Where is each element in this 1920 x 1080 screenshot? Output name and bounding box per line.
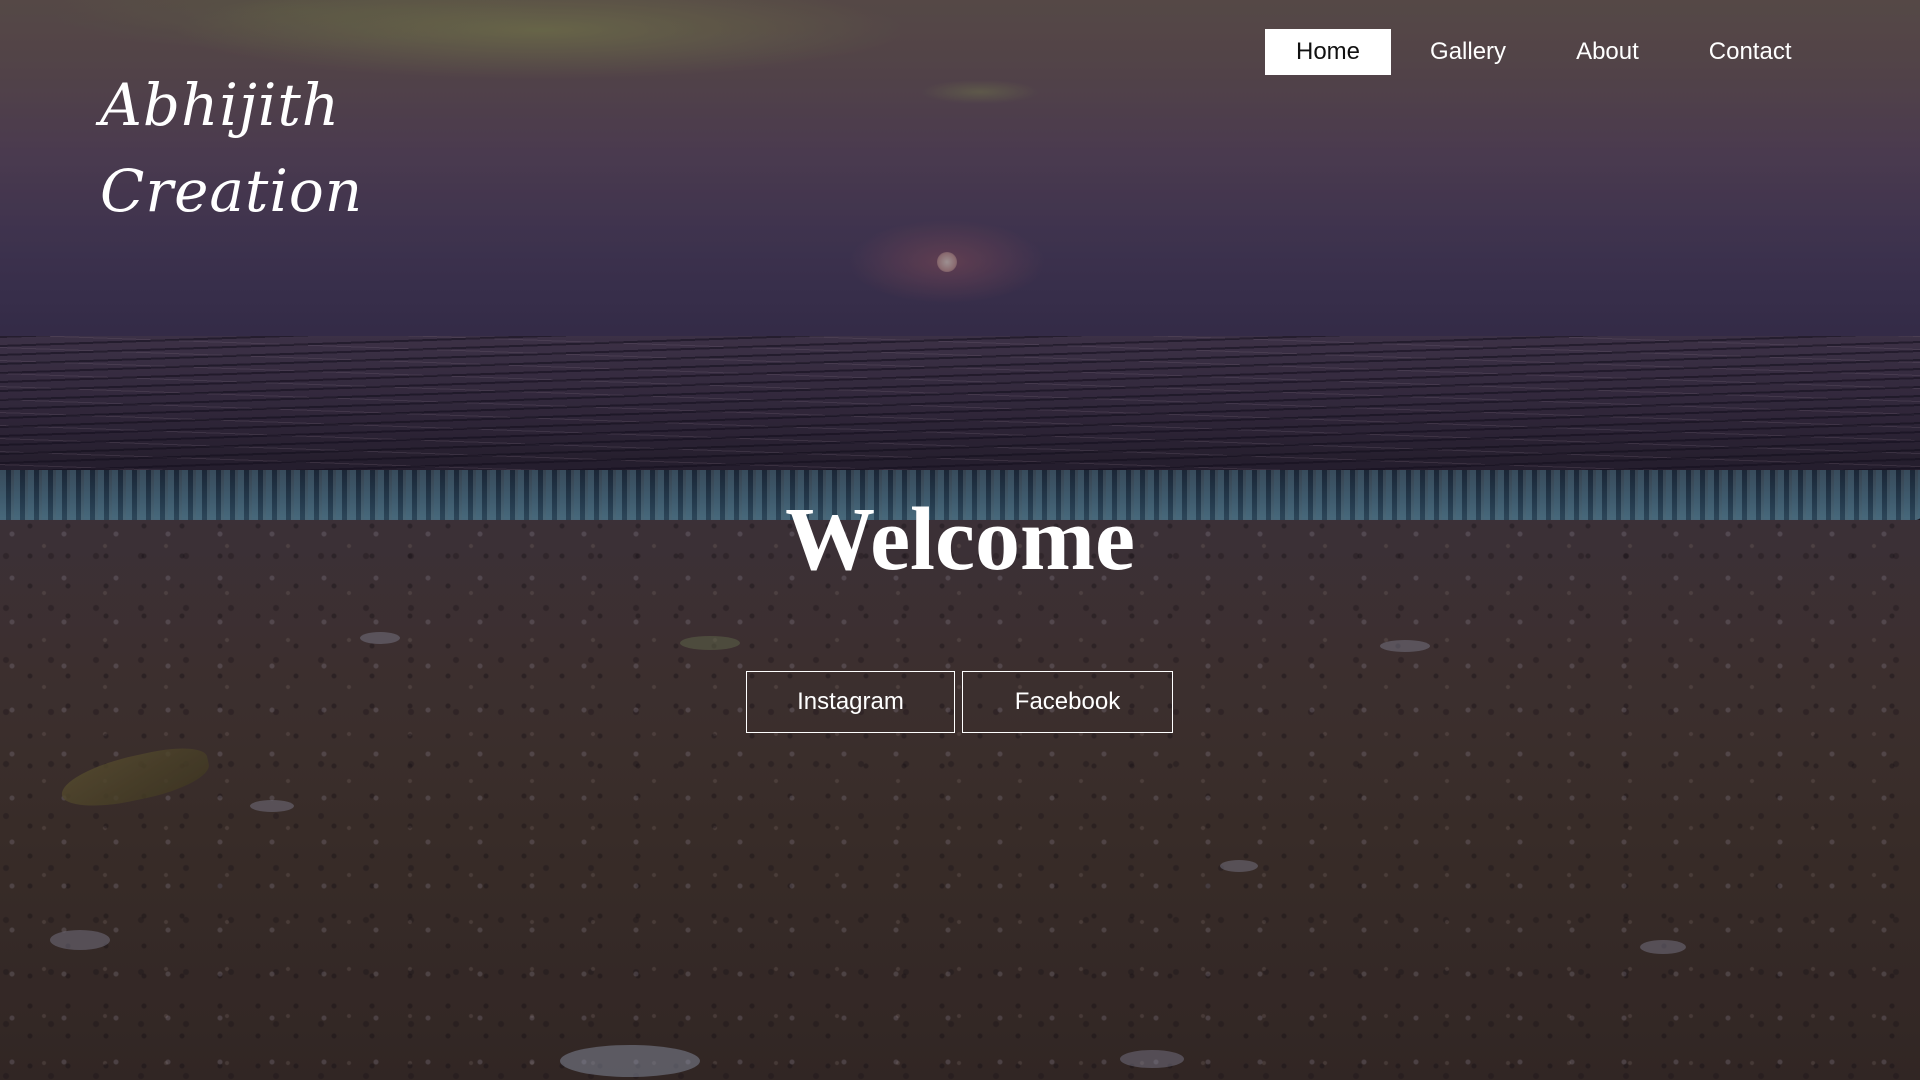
facebook-button[interactable]: Facebook <box>962 671 1173 733</box>
nav-gallery-link[interactable]: Gallery <box>1399 29 1537 75</box>
hero-section: Abhijith Creation Home Gallery About Con… <box>0 0 1920 1080</box>
social-buttons: Instagram Facebook <box>746 671 1173 733</box>
nav-home-link[interactable]: Home <box>1265 29 1392 75</box>
nav-about-link[interactable]: About <box>1545 29 1670 75</box>
welcome-heading: Welcome <box>785 490 1135 589</box>
logo-line-2: Creation <box>100 157 364 225</box>
nav-contact-link[interactable]: Contact <box>1678 29 1823 75</box>
instagram-button[interactable]: Instagram <box>746 671 955 733</box>
site-logo[interactable]: Abhijith Creation <box>100 62 363 234</box>
logo-line-1: Abhijith <box>100 71 341 139</box>
main-nav: Home Gallery About Contact <box>1265 29 1831 75</box>
